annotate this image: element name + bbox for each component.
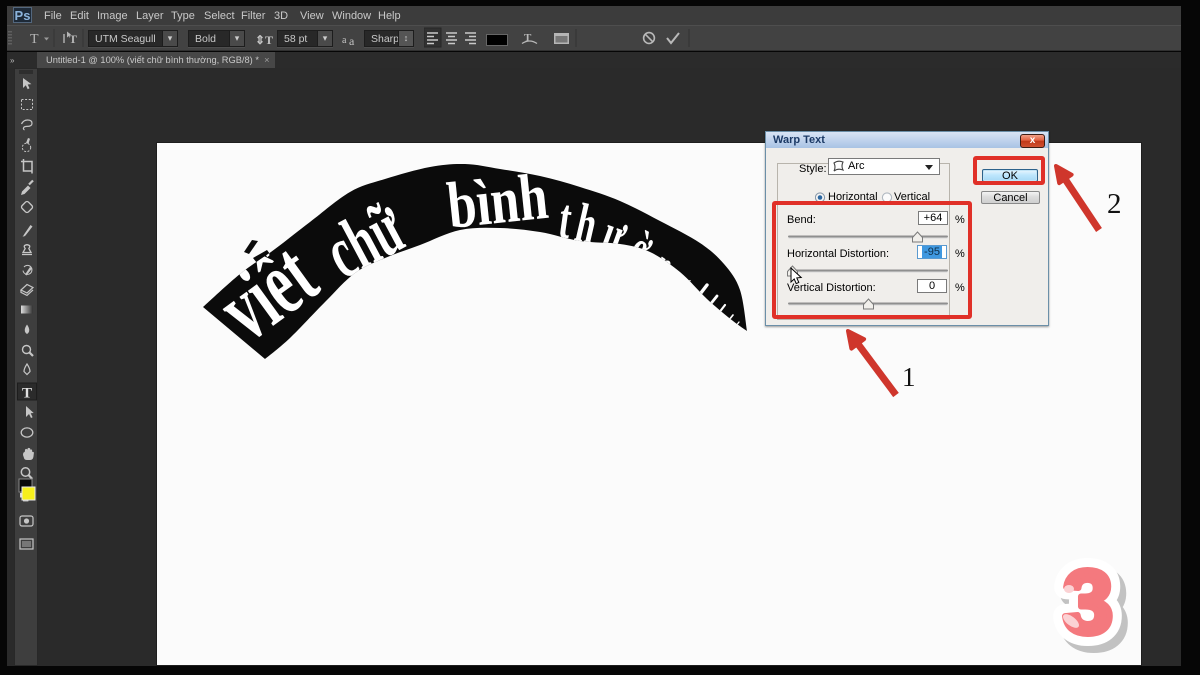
svg-text:3: 3 xyxy=(1063,553,1113,653)
svg-text:1: 1 xyxy=(902,362,916,392)
svg-text:2: 2 xyxy=(1107,188,1122,220)
